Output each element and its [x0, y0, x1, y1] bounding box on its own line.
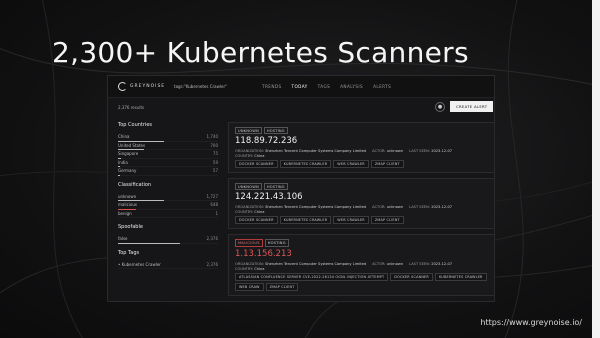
- tag-chip[interactable]: KUBERNETES CRAWLER: [279, 216, 332, 225]
- tag-chip[interactable]: WEB CRAWLER: [333, 216, 369, 225]
- logo-text: GREYNOISE: [130, 84, 166, 89]
- organization: Shenzhen Tencent Computer Systems Compan…: [265, 205, 367, 210]
- slide: 2,300+ Kubernetes Scanners GREYNOISE tag…: [0, 0, 600, 338]
- spoofable-row[interactable]: false 2,376: [118, 235, 218, 244]
- nav-alerts[interactable]: ALERTS: [373, 84, 391, 89]
- actor: unknown: [386, 205, 404, 210]
- classification-row[interactable]: unknown 1,727: [118, 193, 218, 201]
- classification-row[interactable]: benign 1: [118, 210, 218, 218]
- filter-sidebar: Top Countries China 1,740 United States 70…: [118, 122, 218, 275]
- classification-section: Classification unknown 1,727 malicious 648…: [118, 181, 218, 218]
- organization: Shenzhen Tencent Computer Systems Compan…: [265, 149, 367, 154]
- slide-title: 2,300+ Kubernetes Scanners: [52, 36, 469, 69]
- tag-chip[interactable]: WEB CRAWLER: [333, 160, 369, 169]
- top-navigation: GREYNOISE tags:"Kubernetes Crawler" TREN…: [108, 76, 494, 98]
- tag-chip[interactable]: DOCKER SCANNER: [390, 272, 433, 281]
- classification-badge: UNKNOWN: [235, 183, 262, 191]
- search-query[interactable]: tags:"Kubernetes Crawler": [174, 84, 252, 89]
- last-seen: 2023-12-07: [431, 149, 453, 154]
- tag-row[interactable]: • Kubernetes Crawler 2,376: [118, 261, 218, 269]
- tag-chip[interactable]: ZMAP CLIENT: [370, 216, 404, 225]
- country-row[interactable]: Singapore 75: [118, 150, 218, 159]
- nav-links: TRENDS TODAY TAGS ANALYSIS ALERTS: [262, 84, 391, 89]
- country-row[interactable]: United States 700: [118, 142, 218, 150]
- ip-result-card[interactable]: UNKNOWN HOSTING 124.221.43.106 ORGANIZAT…: [228, 178, 494, 230]
- tag-chip[interactable]: WEB CRAW: [235, 282, 264, 291]
- ip-address[interactable]: 124.221.43.106: [235, 192, 489, 202]
- ip-address[interactable]: 1.13.156.213: [235, 249, 489, 259]
- create-alert-button[interactable]: CREATE ALERT: [450, 101, 494, 112]
- organization: Shenzhen Tencent Computer Systems Compan…: [265, 261, 367, 266]
- top-countries-section: Top Countries China 1,740 United States 70…: [118, 122, 218, 176]
- hosting-badge: HOSTING: [263, 127, 288, 135]
- country: China: [254, 266, 265, 271]
- classification-heading: Classification: [118, 181, 152, 188]
- nav-tags[interactable]: TAGS: [318, 84, 331, 89]
- classification-badge: MALICIOUS: [235, 239, 263, 247]
- last-seen: 2023-12-07: [431, 205, 453, 210]
- actor: unknown: [386, 261, 404, 266]
- last-seen: 2023-12-07: [431, 261, 453, 266]
- ip-address[interactable]: 118.89.72.236: [235, 136, 489, 146]
- tag-chip[interactable]: ZMAP CLIENT: [370, 160, 404, 169]
- hosting-badge: HOSTING: [263, 183, 288, 191]
- classification-row[interactable]: malicious 648: [118, 201, 218, 210]
- nav-trends[interactable]: TRENDS: [262, 84, 282, 89]
- bell-icon[interactable]: ●: [435, 102, 445, 112]
- tag-chip[interactable]: DOCKER SCANNER: [235, 160, 278, 169]
- results-count: 2,376 results: [118, 104, 145, 110]
- country: China: [254, 210, 265, 215]
- country-row[interactable]: China 1,740: [118, 133, 218, 142]
- tag-chip[interactable]: KUBERNETES CRAWLER: [434, 272, 487, 281]
- spoofable-heading: Spoofable: [118, 224, 143, 230]
- greynoise-logo-icon: [118, 82, 127, 91]
- country: China: [254, 154, 265, 159]
- tag-chip[interactable]: ATLASSIAN CONFLUENCE SERVER CVE-2022-261…: [235, 272, 389, 281]
- spoofable-section: Spoofable false 2,376: [118, 224, 218, 244]
- top-tags-heading: Top Tags: [118, 249, 140, 256]
- tag-chip[interactable]: DOCKER SCANNER: [235, 216, 278, 225]
- hosting-badge: HOSTING: [264, 239, 289, 247]
- top-countries-heading: Top Countries: [118, 122, 153, 128]
- ip-result-card[interactable]: UNKNOWN HOSTING 118.89.72.236 ORGANIZATI…: [228, 122, 494, 174]
- ip-result-card[interactable]: MALICIOUS HOSTING 1.13.156.213 ORGANIZAT…: [228, 234, 494, 296]
- results-list: UNKNOWN HOSTING 118.89.72.236 ORGANIZATI…: [228, 122, 494, 301]
- logo[interactable]: GREYNOISE: [118, 82, 174, 91]
- actor: unknown: [386, 149, 404, 154]
- country-row[interactable]: Germany 57: [118, 167, 218, 176]
- accent-bar: [592, 0, 600, 338]
- classification-badge: UNKNOWN: [235, 127, 262, 135]
- slide-url: https://www.greynoise.io/: [480, 318, 582, 327]
- tag-chip[interactable]: ZMAP CLIENT: [265, 282, 299, 291]
- country-row[interactable]: India 59: [118, 159, 218, 167]
- nav-analysis[interactable]: ANALYSIS: [340, 84, 363, 89]
- app-window: GREYNOISE tags:"Kubernetes Crawler" TREN…: [107, 75, 495, 302]
- results-toolbar: 2,376 results ● CREATE ALERT: [108, 98, 494, 116]
- tag-chip[interactable]: KUBERNETES CRAWLER: [279, 160, 332, 169]
- top-tags-section: Top Tags • Kubernetes Crawler 2,376: [118, 249, 218, 269]
- nav-today[interactable]: TODAY: [292, 84, 308, 89]
